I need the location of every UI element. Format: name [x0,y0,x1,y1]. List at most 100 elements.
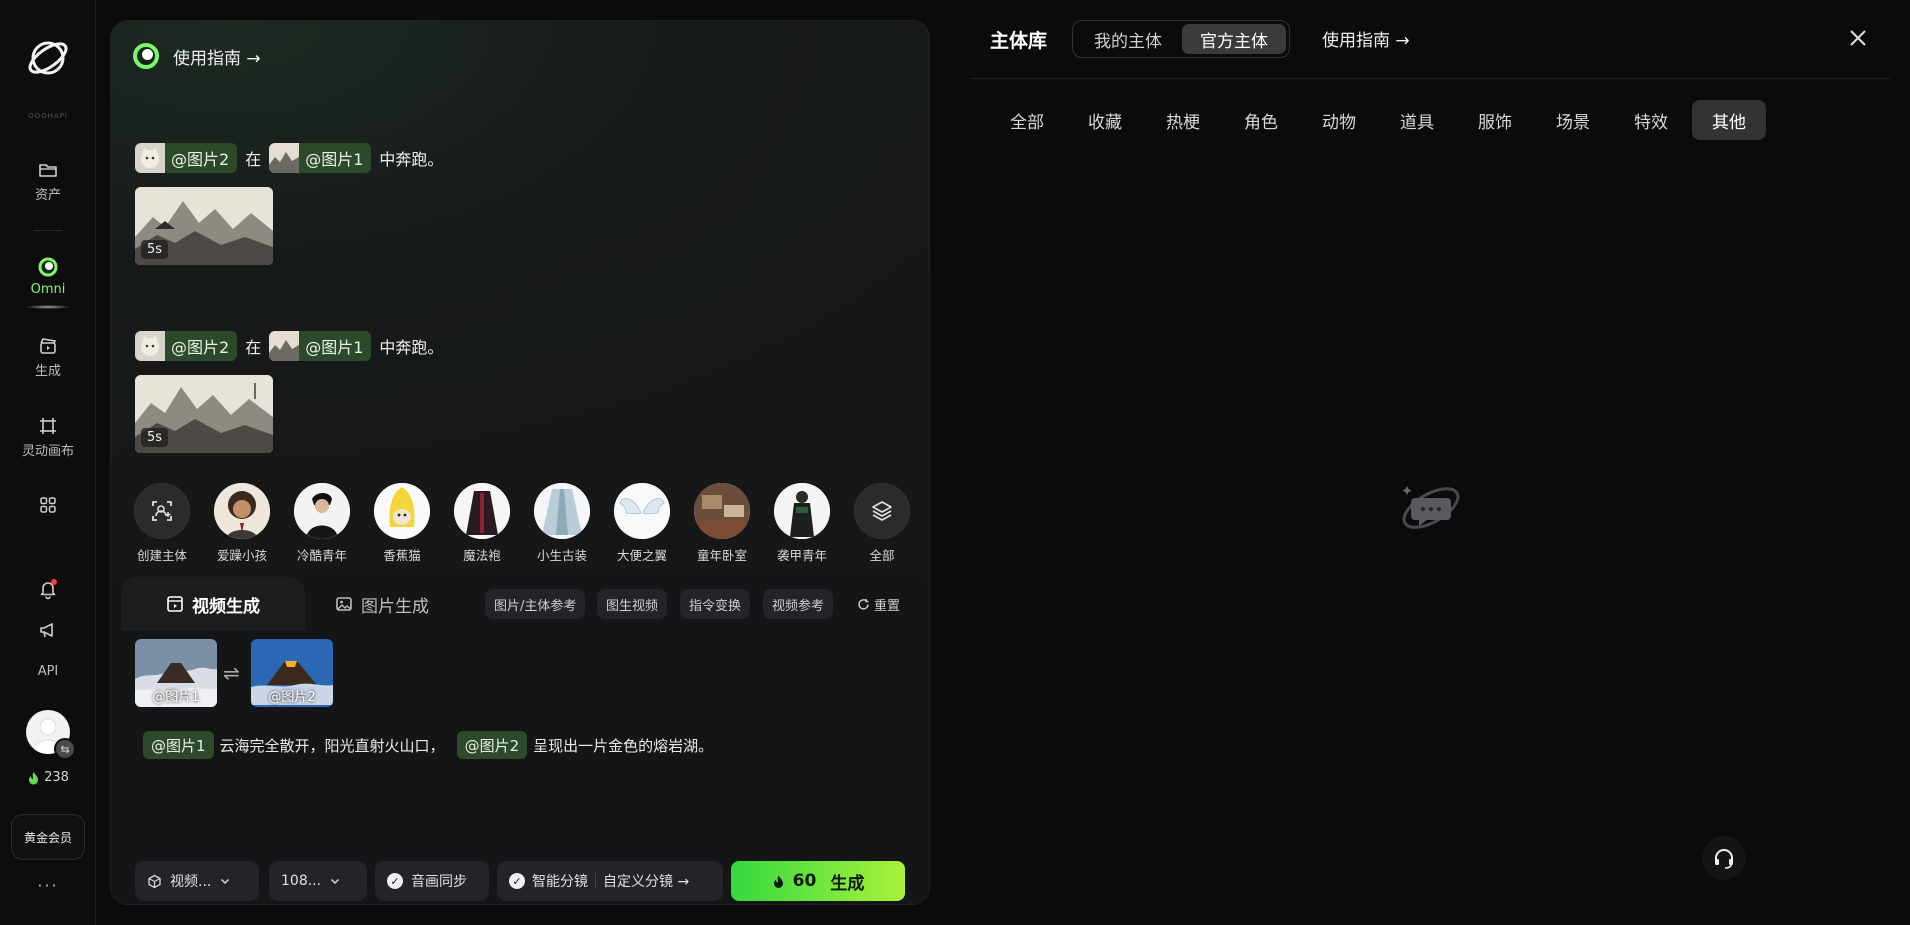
category-animals[interactable]: 动物 [1302,100,1376,140]
rail-item-assets[interactable]: 资产 [0,160,96,203]
subject-item[interactable]: 小生古装 [527,483,597,564]
resolution-select-value: 108... [281,873,322,889]
subject-name: 大便之翼 [616,548,667,563]
mode-select-value: 视频... [170,874,212,890]
subject-item[interactable]: 香蕉猫 [367,483,437,564]
rail-item-omni[interactable]: Omni [0,256,96,309]
category-costumes[interactable]: 服饰 [1458,100,1532,140]
mode-chip-video-reference[interactable]: 视频参考 [763,589,834,619]
subject-item[interactable]: 冷酷青年 [287,483,357,564]
category-scenes[interactable]: 场景 [1536,100,1610,140]
usage-guide-link[interactable]: 使用指南 → [131,41,261,71]
rail-item-notifications[interactable] [0,578,96,600]
example-video-thumbnail[interactable]: 5s [135,375,273,453]
mode-chip-image-to-video[interactable]: 图生视频 [597,589,668,619]
mode-select[interactable]: 视频... [135,861,259,901]
subject-item[interactable]: 袭甲青年 [767,483,837,564]
create-subject-button[interactable]: 创建主体 [127,483,197,564]
omni-ring-icon [38,257,58,277]
reference-image-2[interactable]: @图片2 [251,639,333,707]
cool-youth-portrait-icon [294,483,350,539]
prompt-text: 呈现出一片金色的熔岩湖。 [533,736,714,755]
cat-thumbnail-icon [135,331,165,361]
mention-tag: @图片1 [269,143,372,173]
rail-item-label: 资产 [34,188,61,203]
subject-avatar [374,483,430,539]
example-prompt[interactable]: @图片2 在 @图片1 中奔跑。 [135,143,443,173]
mode-chip-image-subject-ref[interactable]: 图片/主体参考 [485,589,586,619]
prompt-text: 云海完全散开，阳光直射火山口， [219,736,445,755]
customer-support-button[interactable] [1702,836,1746,880]
check-icon: ✓ [509,873,525,889]
audio-sync-toggle[interactable]: ✓ 音画同步 [375,861,489,901]
category-other[interactable]: 其他 [1692,100,1766,140]
frame-icon [40,418,56,434]
subject-avatar [614,483,670,539]
storyboard-options[interactable]: ✓ 智能分镜 自定义分镜 → [497,861,723,901]
subject-name: 小生古装 [536,548,587,563]
mode-chip-instruction-transform[interactable]: 指令变换 [680,589,751,619]
reference-caption: @图片2 [268,690,316,705]
tab-image-generation[interactable]: 图片生成 [335,577,429,631]
example-prompt[interactable]: @图片2 在 @图片1 中奔跑。 [135,331,443,361]
drawer-divider [970,78,1890,79]
rail-item-generate[interactable]: 生成 [0,336,96,379]
category-effects[interactable]: 特效 [1614,100,1688,140]
reference-image-1[interactable]: @图片1 [135,639,217,707]
omni-main-panel: 使用指南 → @图片2 在 @图片1 中奔跑。 5s @图片2 在 @图片1 中… [110,20,930,905]
prompt-input[interactable]: @图片1 云海完全散开，阳光直射火山口， @图片2 呈现出一片金色的熔岩湖。 [143,731,713,759]
ancient-costume-icon [534,483,590,539]
category-memes[interactable]: 热梗 [1146,100,1220,140]
vip-label: 黄金会员 [23,830,72,845]
swap-references-icon[interactable]: ⇌ [223,661,240,685]
check-icon: ✓ [387,873,403,889]
generate-cost: 60 [792,871,817,891]
reset-button[interactable]: 重置 [857,589,900,619]
vip-membership-button[interactable]: 黄金会员 [11,814,85,860]
subject-item[interactable]: 爱躁小孩 [207,483,277,564]
switch-account-icon[interactable]: ⇆ [54,738,76,760]
bell-icon [40,579,57,600]
drawer-title: 主体库 [990,30,1048,52]
layers-icon [872,501,892,521]
rail-item-label: 灵动画布 [21,444,74,459]
subject-item[interactable]: 童年卧室 [687,483,757,564]
rail-item-label: API [37,664,59,679]
subject-item[interactable]: 大便之翼 [607,483,677,564]
clapper-icon [40,338,57,354]
banana-cat-icon [374,483,430,539]
tab-video-generation[interactable]: 视频生成 [121,577,305,631]
rail-item-canvas[interactable]: 灵动画布 [0,416,96,459]
subject-name: 香蕉猫 [383,548,421,563]
rail-item-apps[interactable] [0,496,96,514]
omni-ring-icon [133,43,159,69]
library-source-toggle: 我的主体 官方主体 [1072,20,1290,58]
smart-split-label[interactable]: 智能分镜 [532,871,588,891]
app-logo-icon[interactable] [24,34,72,82]
rail-item-announcements[interactable] [0,620,96,640]
all-subjects-button[interactable]: 全部 [847,483,917,564]
credits-counter: 238 [0,770,96,785]
close-icon[interactable] [1846,26,1870,50]
rail-brand-text: OOOHAPI [28,112,68,120]
video-frame-icon [167,596,183,612]
category-characters[interactable]: 角色 [1224,100,1298,140]
subject-avatar [694,483,750,539]
more-menu-button[interactable]: ··· [0,876,96,895]
generate-button[interactable]: 60 生成 [731,861,905,901]
resolution-select[interactable]: 108... [269,861,367,901]
prompt-text: 在 [245,338,262,357]
category-all[interactable]: 全部 [990,100,1064,140]
rail-item-api[interactable]: API [0,664,96,679]
category-props[interactable]: 道具 [1380,100,1454,140]
subject-item[interactable]: 魔法袍 [447,483,517,564]
custom-split-link[interactable]: 自定义分镜 → [603,871,689,891]
drawer-usage-guide-link[interactable]: 使用指南 → [1322,26,1410,51]
tab-my-subjects[interactable]: 我的主体 [1076,24,1180,54]
empty-state-chat-icon [1402,486,1460,529]
prompt-text: 中奔跑。 [379,338,444,357]
subject-name: 爱躁小孩 [216,548,267,563]
tab-official-subjects[interactable]: 官方主体 [1182,24,1286,54]
category-favorites[interactable]: 收藏 [1068,100,1142,140]
example-video-thumbnail[interactable]: 5s [135,187,273,265]
